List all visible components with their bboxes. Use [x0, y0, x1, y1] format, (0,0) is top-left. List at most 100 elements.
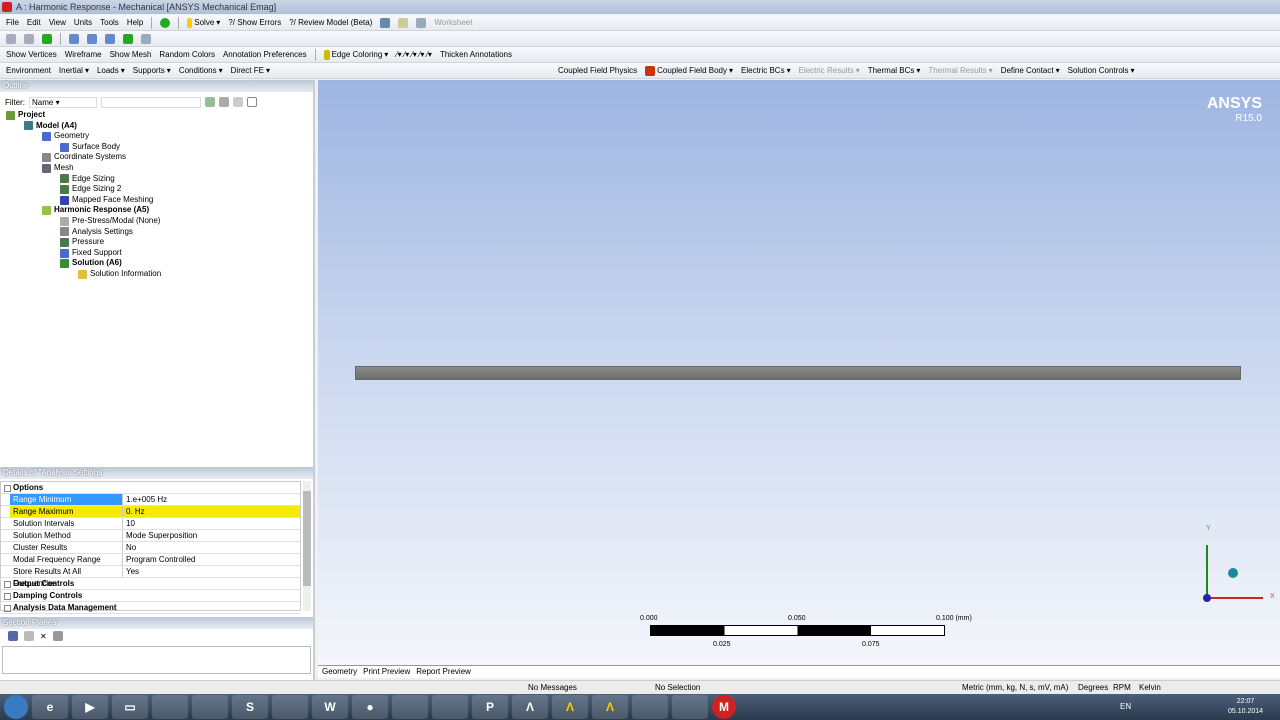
details-row[interactable]: Modal Frequency Range Program Controlled	[1, 554, 300, 566]
filter-input[interactable]	[101, 96, 201, 108]
view-icon[interactable]	[141, 33, 151, 44]
tree-item[interactable]: Mesh	[6, 163, 313, 174]
tree-item[interactable]: Harmonic Response (A5)	[6, 205, 313, 216]
units-status[interactable]: Metric (mm, kg, N, s, mV, mA)	[962, 681, 1068, 694]
skype-icon[interactable]: S	[232, 695, 268, 719]
direct-fe-menu[interactable]: Direct FE ▾	[231, 66, 270, 75]
tree-item[interactable]: Project	[6, 110, 313, 121]
body-select-icon[interactable]	[42, 33, 52, 44]
thermal-results-menu[interactable]: Thermal Results ▾	[928, 66, 992, 75]
thermal-bcs-menu[interactable]: Thermal BCs ▾	[868, 66, 921, 75]
property-value[interactable]: 0. Hz	[123, 506, 300, 517]
select-icon[interactable]	[6, 33, 16, 44]
show-errors-button[interactable]: ?/ Show Errors	[228, 18, 281, 27]
details-row[interactable]: Range Minimum 1.e+005 Hz	[1, 494, 300, 506]
media-icon[interactable]: ▶	[72, 695, 108, 719]
temp-units[interactable]: Kelvin	[1139, 681, 1161, 694]
details-row[interactable]: Solution Intervals 10	[1, 518, 300, 530]
menu-file[interactable]: File	[6, 18, 19, 27]
expand-icon[interactable]	[247, 97, 257, 107]
menu-help[interactable]: Help	[127, 18, 143, 27]
app-icon[interactable]	[192, 695, 228, 719]
conditions-menu[interactable]: Conditions ▾	[179, 66, 223, 75]
tree-item[interactable]: Edge Sizing 2	[6, 184, 313, 195]
app-icon[interactable]	[392, 695, 428, 719]
details-row[interactable]: Store Results At All Frequencies Yes	[1, 566, 300, 588]
speed-units[interactable]: RPM	[1113, 681, 1131, 694]
tree-item[interactable]: Model (A4)	[6, 121, 313, 132]
worksheet-button[interactable]: Worksheet	[434, 18, 472, 27]
start-button[interactable]	[4, 695, 28, 719]
menu-tools[interactable]: Tools	[100, 18, 119, 27]
app-icon[interactable]	[672, 695, 708, 719]
app-icon[interactable]	[632, 695, 668, 719]
solve-button[interactable]: Solve ▾	[187, 17, 220, 28]
zoom-fit-icon[interactable]	[123, 33, 133, 44]
property-value[interactable]: 1.e+005 Hz	[123, 494, 300, 505]
ansys-icon[interactable]: Λ	[512, 695, 548, 719]
wireframe-button[interactable]: Wireframe	[65, 50, 102, 59]
solution-controls-menu[interactable]: Solution Controls ▾	[1068, 66, 1135, 75]
tree-item[interactable]: Solution Information	[6, 269, 313, 280]
chart-icon[interactable]	[416, 17, 427, 28]
delete-icon[interactable]: ✕	[40, 632, 47, 641]
coupled-field-physics-button[interactable]: Coupled Field Physics	[558, 66, 637, 75]
tree-item[interactable]: Surface Body	[6, 142, 313, 153]
powerpoint-icon[interactable]: P	[472, 695, 508, 719]
tab-geometry[interactable]: Geometry	[322, 666, 357, 678]
zoom-icon[interactable]	[105, 33, 115, 44]
options-group[interactable]: Options	[1, 482, 300, 494]
tree-item[interactable]: Edge Sizing	[6, 174, 313, 185]
tree-item[interactable]: Mapped Face Meshing	[6, 195, 313, 206]
language-indicator[interactable]: EN	[1120, 702, 1131, 711]
refresh-icon[interactable]	[205, 97, 215, 107]
analysis-data-management-group[interactable]: Analysis Data Management	[1, 602, 300, 614]
annotation-preferences-button[interactable]: Annotation Preferences	[223, 50, 307, 59]
copy-plane-icon[interactable]	[24, 631, 34, 641]
menu-edit[interactable]: Edit	[27, 18, 41, 27]
menu-view[interactable]: View	[49, 18, 66, 27]
show-vertices-button[interactable]: Show Vertices	[6, 50, 57, 59]
chrome-icon[interactable]: ●	[352, 695, 388, 719]
ie-icon[interactable]: e	[32, 695, 68, 719]
property-value[interactable]: 10	[123, 518, 300, 529]
menu-units[interactable]: Units	[74, 18, 92, 27]
edge-coloring-button[interactable]: Edge Coloring ▾	[323, 49, 388, 60]
show-mesh-button[interactable]: Show Mesh	[110, 50, 152, 59]
word-icon[interactable]: W	[312, 695, 348, 719]
edge-options[interactable]: ⁄▾ ⁄▾ ⁄▾ ⁄▾ ⁄▾	[396, 50, 432, 59]
loads-menu[interactable]: Loads ▾	[97, 66, 125, 75]
thicken-annotations-button[interactable]: Thicken Annotations	[440, 50, 512, 59]
details-row[interactable]: Cluster Results No	[1, 542, 300, 554]
graphics-viewport[interactable]: ANSYS R15.0 0.000 0.050 0.100 (mm) 0.025 …	[318, 80, 1280, 665]
new-plane-icon[interactable]	[8, 631, 18, 641]
damping-controls-group[interactable]: Damping Controls	[1, 590, 300, 602]
tree-item[interactable]: Fixed Support	[6, 248, 313, 259]
details-row[interactable]: Range Maximum 0. Hz	[1, 506, 300, 518]
messages-status[interactable]: No Messages	[528, 681, 577, 694]
app-icon[interactable]	[272, 695, 308, 719]
tree-item[interactable]: Geometry	[6, 131, 313, 142]
property-value[interactable]: Yes	[123, 566, 300, 577]
display-icon[interactable]	[52, 631, 63, 641]
explorer-icon[interactable]: ▭	[112, 695, 148, 719]
app-icon[interactable]	[152, 695, 188, 719]
select-mode-icon[interactable]	[24, 33, 34, 44]
review-model-button[interactable]: ?/ Review Model (Beta)	[289, 18, 372, 27]
tab-report-preview[interactable]: Report Preview	[416, 666, 471, 678]
tree-item[interactable]: Pressure	[6, 237, 313, 248]
electric-results-menu[interactable]: Electric Results ▾	[799, 66, 860, 75]
collapse-icon[interactable]	[233, 97, 243, 107]
mechanical-icon[interactable]: M	[712, 695, 736, 719]
define-contact-menu[interactable]: Define Contact ▾	[1001, 66, 1060, 75]
electric-bcs-menu[interactable]: Electric BCs ▾	[741, 66, 791, 75]
pan-icon[interactable]	[87, 33, 97, 44]
tab-print-preview[interactable]: Print Preview	[363, 666, 410, 678]
app-icon[interactable]	[432, 695, 468, 719]
tree-item[interactable]: Analysis Settings	[6, 227, 313, 238]
angle-units[interactable]: Degrees	[1078, 681, 1108, 694]
random-colors-button[interactable]: Random Colors	[159, 50, 215, 59]
check-icon[interactable]	[160, 17, 171, 28]
property-value[interactable]: Program Controlled	[123, 554, 300, 565]
graph-icon[interactable]	[380, 17, 391, 28]
